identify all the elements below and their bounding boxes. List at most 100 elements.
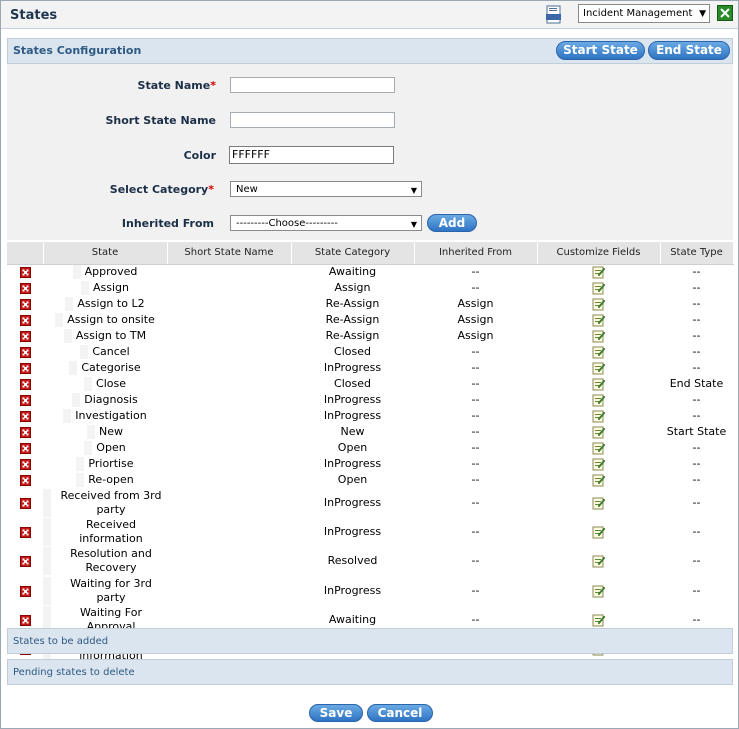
- module-select[interactable]: Incident Management ▼: [578, 4, 710, 23]
- delete-icon[interactable]: [19, 266, 31, 278]
- state-cell: Received information: [43, 518, 167, 546]
- edit-fields-icon[interactable]: [592, 377, 606, 391]
- delete-icon[interactable]: [19, 497, 31, 509]
- customize-fields-cell: [537, 312, 660, 328]
- delete-icon[interactable]: [19, 585, 31, 597]
- state-cell: Categorise: [43, 360, 167, 376]
- edit-fields-icon[interactable]: [592, 554, 606, 568]
- table-row: Open Open -- --: [7, 440, 733, 456]
- table-row: Re-open Open -- --: [7, 472, 733, 488]
- start-state-button[interactable]: Start State: [556, 41, 645, 60]
- delete-icon[interactable]: [19, 474, 31, 486]
- delete-icon[interactable]: [19, 298, 31, 310]
- end-state-button[interactable]: End State: [648, 41, 730, 60]
- edit-fields-icon[interactable]: [592, 297, 606, 311]
- customize-fields-cell: [537, 472, 660, 488]
- delete-icon[interactable]: [19, 314, 31, 326]
- edit-fields-icon[interactable]: [592, 313, 606, 327]
- edit-fields-icon[interactable]: [592, 409, 606, 423]
- excel-export-icon[interactable]: [717, 5, 733, 21]
- inherited-from-cell: --: [471, 496, 480, 509]
- edit-fields-icon[interactable]: [592, 265, 606, 279]
- delete-cell: [7, 488, 43, 518]
- customize-fields-cell: [537, 360, 660, 376]
- table-row: Priortise InProgress -- --: [7, 456, 733, 472]
- column-header-inherited-from: Inherited From: [414, 242, 538, 265]
- inherited-from-cell: Assign: [457, 329, 494, 342]
- edit-fields-icon[interactable]: [592, 613, 606, 627]
- state-category-cell: InProgress: [323, 457, 382, 470]
- customize-fields-cell: [537, 296, 660, 312]
- pdf-export-icon[interactable]: [545, 5, 563, 25]
- state-name-label: State Name*: [137, 79, 216, 92]
- state-cell: Re-open: [43, 472, 167, 488]
- table-row: Assign Assign -- --: [7, 280, 733, 296]
- delete-icon[interactable]: [19, 362, 31, 374]
- delete-icon[interactable]: [19, 282, 31, 294]
- state-category-cell: Resolved: [327, 554, 378, 567]
- column-header-state: State: [43, 242, 168, 265]
- delete-cell: [7, 408, 43, 424]
- customize-fields-cell: [537, 576, 660, 606]
- edit-fields-icon[interactable]: [592, 441, 606, 455]
- color-input[interactable]: FFFFFF: [229, 146, 394, 164]
- table-row: Assign to L2 Re-Assign Assign --: [7, 296, 733, 312]
- edit-fields-icon[interactable]: [592, 425, 606, 439]
- state-category-cell: Open: [337, 441, 368, 454]
- state-category-cell: Re-Assign: [325, 297, 380, 310]
- delete-cell: [7, 296, 43, 312]
- delete-icon[interactable]: [19, 614, 31, 626]
- edit-fields-icon[interactable]: [592, 329, 606, 343]
- state-name: Cancel: [80, 345, 130, 359]
- state-category-cell: Closed: [334, 377, 371, 390]
- short-state-name-cell: [167, 518, 291, 546]
- state-cell: Diagnosis: [43, 392, 167, 408]
- short-state-name-cell: [167, 344, 291, 360]
- edit-fields-icon[interactable]: [592, 345, 606, 359]
- edit-fields-icon[interactable]: [592, 281, 606, 295]
- state-cell: New: [43, 424, 167, 440]
- delete-icon[interactable]: [19, 555, 31, 567]
- delete-cell: [7, 518, 43, 546]
- delete-icon[interactable]: [19, 330, 31, 342]
- short-state-name-input[interactable]: [230, 112, 395, 128]
- edit-fields-icon[interactable]: [592, 584, 606, 598]
- edit-fields-icon[interactable]: [592, 393, 606, 407]
- add-button[interactable]: Add: [427, 214, 477, 232]
- delete-icon[interactable]: [19, 442, 31, 454]
- state-type-cell: --: [692, 393, 701, 406]
- table-row: Assign to TM Re-Assign Assign --: [7, 328, 733, 344]
- edit-fields-icon[interactable]: [592, 525, 606, 539]
- delete-icon[interactable]: [19, 526, 31, 538]
- delete-icon[interactable]: [19, 426, 31, 438]
- delete-icon[interactable]: [19, 394, 31, 406]
- state-type-cell: --: [692, 457, 701, 470]
- state-type-cell: --: [692, 345, 701, 358]
- delete-icon[interactable]: [19, 410, 31, 422]
- customize-fields-cell: [537, 488, 660, 518]
- state-cell: Cancel: [43, 344, 167, 360]
- edit-fields-icon[interactable]: [592, 473, 606, 487]
- delete-cell: [7, 344, 43, 360]
- edit-fields-icon[interactable]: [592, 361, 606, 375]
- edit-fields-icon[interactable]: [592, 496, 606, 510]
- state-type-cell: --: [692, 409, 701, 422]
- state-name: Categorise: [69, 361, 141, 375]
- inherited-from-cell: --: [471, 281, 480, 294]
- category-select[interactable]: New ▼: [230, 181, 422, 197]
- column-header-short-state-name: Short State Name: [167, 242, 292, 265]
- inherited-from-cell: --: [471, 393, 480, 406]
- table-row: Close Closed -- End State: [7, 376, 733, 392]
- delete-icon[interactable]: [19, 346, 31, 358]
- edit-fields-icon[interactable]: [592, 457, 606, 471]
- inherited-from-select[interactable]: ---------Choose--------- ▼: [230, 215, 422, 231]
- delete-icon[interactable]: [19, 378, 31, 390]
- short-state-name-cell: [167, 312, 291, 328]
- cancel-button[interactable]: Cancel: [367, 704, 433, 722]
- delete-icon[interactable]: [19, 458, 31, 470]
- customize-fields-cell: [537, 518, 660, 546]
- state-category-cell: InProgress: [323, 525, 382, 538]
- state-name-input[interactable]: [230, 77, 395, 93]
- state-category-cell: Open: [337, 473, 368, 486]
- save-button[interactable]: Save: [309, 704, 363, 722]
